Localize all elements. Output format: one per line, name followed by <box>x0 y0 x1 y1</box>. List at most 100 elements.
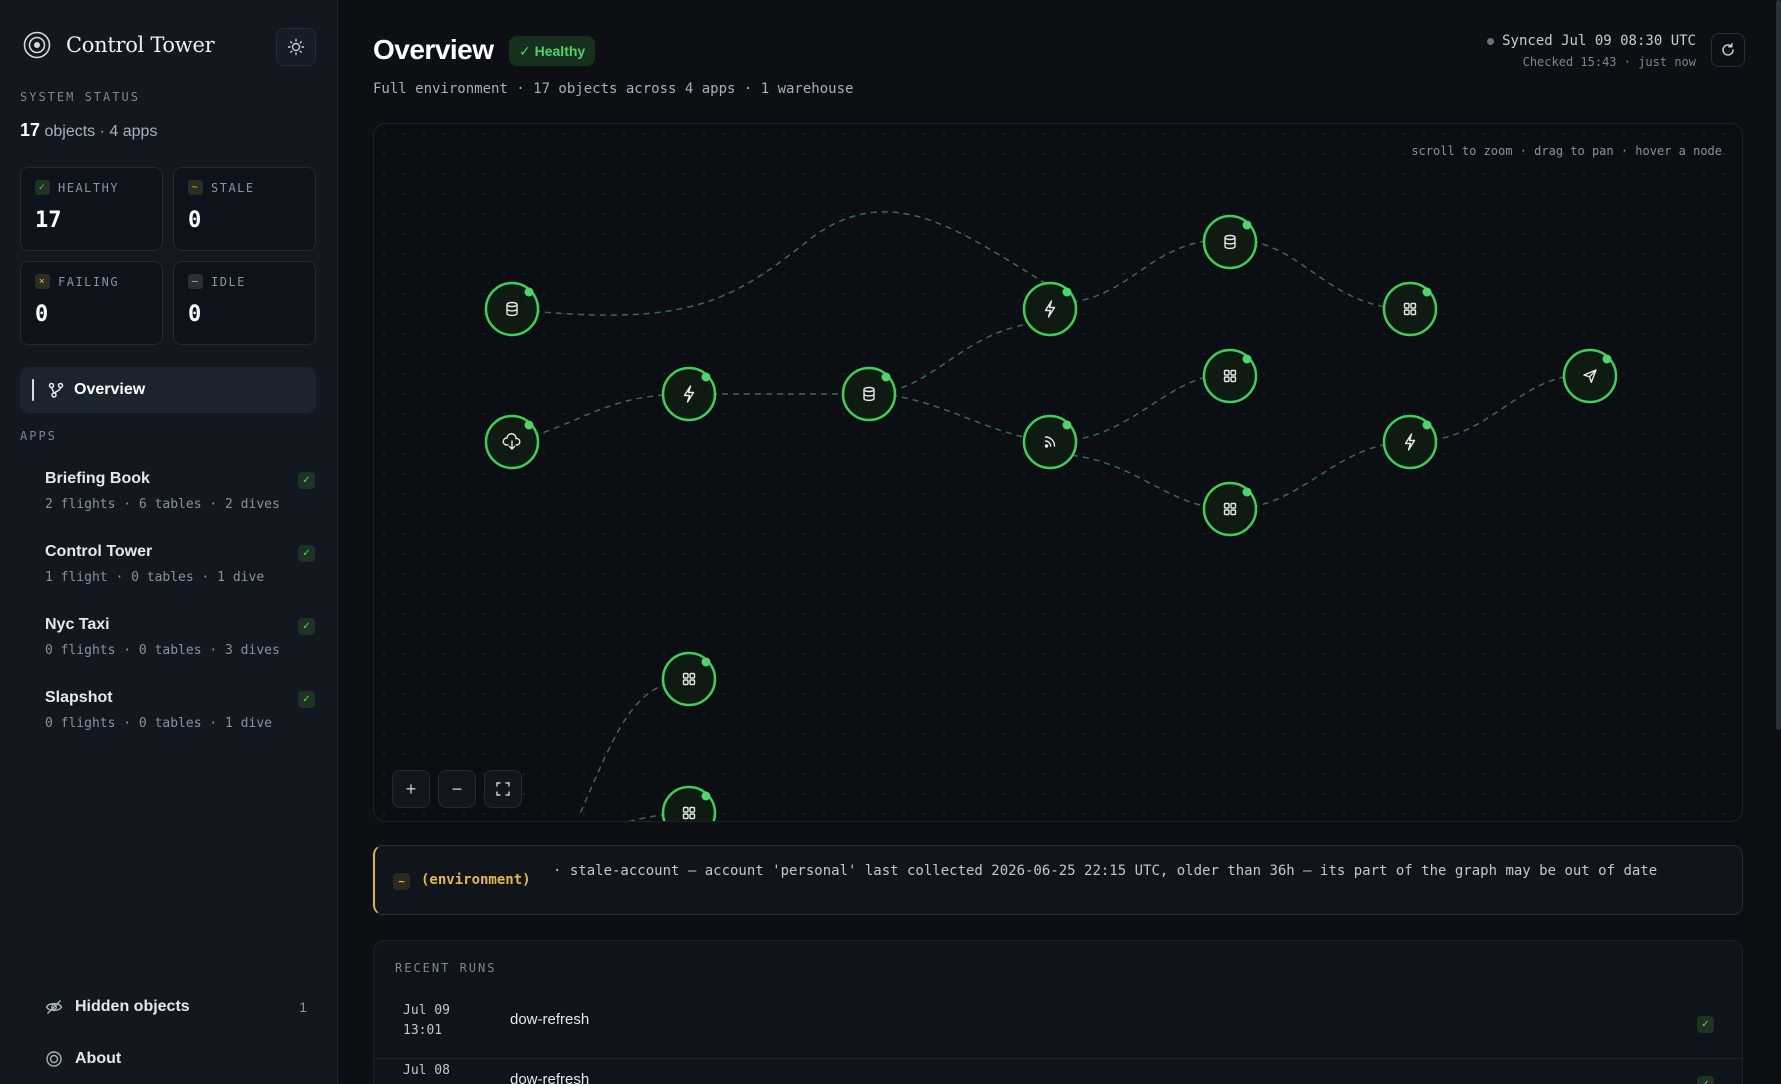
stale-warning-banner: ~ (environment) · stale-account — accoun… <box>373 845 1743 915</box>
stat-label: STALE <box>211 180 255 195</box>
sidebar: Control Tower SYSTEM STATUS 17 objects ·… <box>0 0 338 1084</box>
warning-scope: (environment) <box>421 872 531 888</box>
graph-node[interactable] <box>841 366 897 422</box>
stat-stale[interactable]: ~ STALE 0 <box>173 167 316 251</box>
stat-idle[interactable]: – IDLE 0 <box>173 261 316 345</box>
lineage-graph[interactable]: scroll to zoom · drag to pan · hover a n… <box>373 123 1743 822</box>
graph-edge <box>868 393 1051 443</box>
app-item-slapshot[interactable]: Slapshot 0 flights · 0 tables · 1 dive ✓ <box>45 689 315 731</box>
hidden-objects-link[interactable]: Hidden objects 1 <box>45 998 307 1016</box>
healthy-check-icon: ✓ <box>298 691 315 708</box>
recent-runs-panel: RECENT RUNS Jul 09 13:01 dow-refresh ✓ J… <box>373 940 1744 1084</box>
zoom-in-button[interactable]: + <box>392 770 430 808</box>
warning-text: · stale-account — account 'personal' las… <box>553 863 1658 879</box>
table-row[interactable]: Jul 08 dow-refresh ✓ <box>374 1061 1744 1084</box>
graph-node[interactable] <box>661 366 717 422</box>
eye-off-icon <box>45 1000 63 1014</box>
recent-runs-label: RECENT RUNS <box>395 961 497 975</box>
page-subtitle: Full environment · 17 objects across 4 a… <box>373 81 854 97</box>
target-icon <box>46 1051 62 1067</box>
stat-failing[interactable]: × FAILING 0 <box>20 261 163 345</box>
stat-label: IDLE <box>211 274 246 289</box>
stat-label: HEALTHY <box>58 180 120 195</box>
refresh-button[interactable] <box>1711 33 1745 67</box>
about-link[interactable]: About <box>45 1050 307 1068</box>
run-date-day: Jul 09 <box>403 1003 450 1018</box>
graph-edge <box>1409 373 1591 443</box>
run-date-time: 13:01 <box>403 1023 443 1038</box>
sync-dot-icon <box>1487 37 1495 45</box>
graph-canvas[interactable] <box>374 124 1743 822</box>
app-meta: 1 flight · 0 tables · 1 dive <box>45 570 265 585</box>
lineage-icon <box>48 382 64 398</box>
stat-value: 0 <box>188 208 202 233</box>
graph-node[interactable] <box>1202 481 1258 537</box>
run-date-day: Jul 08 <box>403 1063 450 1078</box>
app-meta: 0 flights · 0 tables · 1 dive <box>45 716 272 731</box>
graph-edge <box>1049 453 1231 510</box>
zoom-controls: + − <box>392 770 522 808</box>
graph-edge <box>1049 238 1231 305</box>
healthy-check-icon: ✓ <box>1697 1016 1714 1033</box>
status-badge: ✓ Healthy <box>509 36 596 66</box>
graph-node[interactable] <box>484 281 540 337</box>
table-row[interactable]: Jul 09 13:01 dow-refresh ✓ <box>374 1001 1744 1059</box>
graph-node[interactable] <box>1022 414 1078 470</box>
active-indicator <box>32 379 34 401</box>
objects-summary-text: objects · 4 apps <box>44 123 158 140</box>
graph-node[interactable] <box>661 651 717 707</box>
app-meta: 2 flights · 6 tables · 2 dives <box>45 497 280 512</box>
graph-node[interactable] <box>661 785 717 822</box>
app-item-briefing-book[interactable]: Briefing Book 2 flights · 6 tables · 2 d… <box>45 470 315 512</box>
stat-healthy[interactable]: ✓ HEALTHY 17 <box>20 167 163 251</box>
graph-node[interactable] <box>1202 214 1258 270</box>
stale-tilde-icon: ~ <box>393 873 410 890</box>
nav-overview-label: Overview <box>74 381 146 398</box>
nav-overview[interactable]: Overview <box>20 367 316 413</box>
idle-dash-icon: – <box>188 274 203 289</box>
app-meta: 0 flights · 0 tables · 3 dives <box>45 643 280 658</box>
stat-value: 0 <box>188 302 202 327</box>
healthy-check-icon: ✓ <box>298 472 315 489</box>
synced-text: Synced Jul 09 08:30 UTC <box>1502 33 1696 49</box>
hidden-objects-label: Hidden objects <box>75 998 190 1015</box>
graph-node[interactable] <box>1202 348 1258 404</box>
run-name: dow-refresh <box>510 1011 590 1028</box>
graph-node[interactable] <box>484 414 540 470</box>
app-name: Control Tower <box>45 543 153 560</box>
stat-label: FAILING <box>58 274 120 289</box>
refresh-icon <box>1722 43 1734 56</box>
graph-node[interactable] <box>1562 348 1618 404</box>
theme-toggle-button[interactable] <box>276 28 316 66</box>
stale-tilde-icon: ~ <box>188 180 203 195</box>
target-icon <box>23 31 51 59</box>
graph-edge <box>868 321 1051 395</box>
healthy-check-icon: ✓ <box>1697 1076 1714 1084</box>
app-name: Briefing Book <box>45 470 150 487</box>
run-name: dow-refresh <box>510 1071 590 1084</box>
app-item-control-tower[interactable]: Control Tower 1 flight · 0 tables · 1 di… <box>45 543 315 585</box>
graph-node[interactable] <box>1022 281 1078 337</box>
objects-count: 17 <box>20 120 41 140</box>
run-date: Jul 08 <box>403 1061 450 1081</box>
app-name: Slapshot <box>45 689 113 706</box>
failing-x-icon: × <box>35 274 50 289</box>
system-status-label: SYSTEM STATUS <box>20 90 140 104</box>
healthy-check-icon: ✓ <box>298 618 315 635</box>
scrollbar-thumb[interactable] <box>1776 0 1781 730</box>
fit-view-button[interactable] <box>484 770 522 808</box>
app-item-nyc-taxi[interactable]: Nyc Taxi 0 flights · 0 tables · 3 dives … <box>45 616 315 658</box>
hidden-objects-count: 1 <box>299 999 307 1015</box>
app-name: Nyc Taxi <box>45 616 110 633</box>
sun-icon <box>287 38 305 56</box>
run-date: Jul 09 13:01 <box>403 1001 450 1041</box>
zoom-out-button[interactable]: − <box>438 770 476 808</box>
graph-edge <box>1049 373 1231 443</box>
sync-status: Synced Jul 09 08:30 UTC Checked 15:43 · … <box>1487 33 1696 69</box>
graph-edge <box>1229 441 1411 510</box>
stat-value: 0 <box>35 302 49 327</box>
graph-node[interactable] <box>1382 414 1438 470</box>
brand[interactable]: Control Tower <box>22 30 215 60</box>
about-label: About <box>75 1050 122 1067</box>
graph-node[interactable] <box>1382 281 1438 337</box>
